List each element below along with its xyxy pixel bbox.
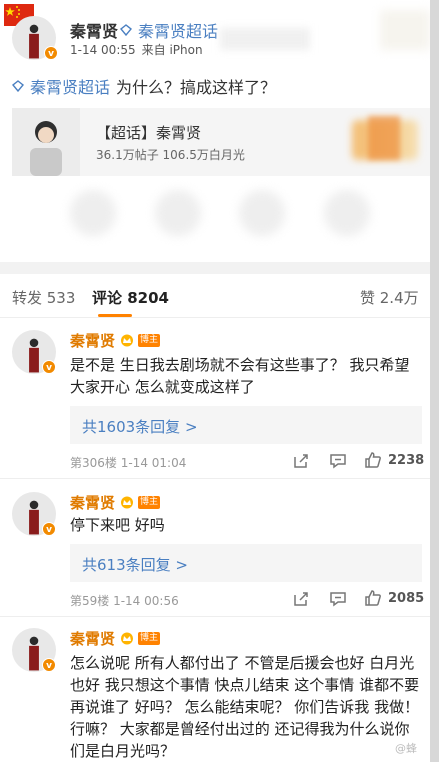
tab-repost[interactable]: 转发 533 bbox=[12, 287, 75, 308]
bozhu-badge: 博主 bbox=[138, 334, 161, 347]
blurred-image bbox=[154, 190, 201, 236]
reply-summary[interactable]: 共613条回复 > bbox=[70, 544, 422, 582]
post-tag-label: 秦霄贤超话 bbox=[30, 78, 111, 97]
card-stats: 36.1万帖子 106.5万白月光 bbox=[96, 148, 245, 162]
avatar-figure-icon bbox=[29, 338, 39, 373]
like-count: 2238 bbox=[388, 453, 425, 468]
like-icon[interactable] bbox=[364, 589, 382, 607]
post-text: 秦霄贤超话 为什么？搞成这样了？ bbox=[12, 74, 276, 98]
blurred-image bbox=[323, 190, 370, 236]
blurred-image-row bbox=[70, 190, 370, 236]
comment-author-name: 秦霄贤 bbox=[70, 630, 116, 648]
comment-author-name: 秦霄贤 bbox=[70, 494, 116, 512]
crown-icon bbox=[121, 496, 134, 509]
verified-v-icon: v bbox=[42, 658, 56, 672]
active-tab-indicator bbox=[98, 314, 132, 317]
card-title: 【超话】秦霄贤 bbox=[96, 124, 202, 142]
blurred-region bbox=[380, 10, 430, 50]
comment-author[interactable]: 秦霄贤 博主 bbox=[70, 628, 161, 649]
chaohua-label: 秦霄贤超话 bbox=[138, 22, 219, 41]
share-icon[interactable] bbox=[292, 452, 310, 470]
comment-author[interactable]: 秦霄贤 博主 bbox=[70, 330, 161, 351]
comment-meta: 第306楼 1-14 01:04 bbox=[70, 456, 187, 470]
tab-bar: 转发 533 评论 8204 赞 2.4万 bbox=[0, 274, 430, 318]
blurred-image bbox=[70, 190, 116, 236]
person-thumbnail-icon bbox=[12, 108, 80, 176]
comment-icon[interactable] bbox=[329, 590, 347, 608]
crown-icon bbox=[121, 632, 134, 645]
comment-meta: 第59楼 1-14 00:56 bbox=[70, 594, 179, 608]
comment-icon[interactable] bbox=[329, 452, 347, 470]
post-meta: 1-14 00:55 来自 iPhon bbox=[70, 41, 203, 58]
crown-icon bbox=[121, 334, 134, 347]
like-icon[interactable] bbox=[364, 451, 382, 469]
watermark: @蜂 bbox=[395, 742, 417, 755]
post-body: 为什么？搞成这样了？ bbox=[116, 78, 277, 97]
post-tag[interactable]: 秦霄贤超话 bbox=[12, 74, 110, 98]
verified-v-icon: v bbox=[44, 46, 58, 60]
section-divider bbox=[0, 262, 430, 274]
chaohua-diamond-icon bbox=[120, 24, 132, 36]
blurred-image bbox=[239, 190, 286, 236]
bozhu-badge: 博主 bbox=[138, 496, 161, 509]
avatar-figure-icon bbox=[29, 636, 39, 671]
scroll-edge bbox=[430, 0, 439, 762]
blurred-region bbox=[220, 28, 310, 50]
comment-divider bbox=[0, 616, 430, 617]
comment-author[interactable]: 秦霄贤 博主 bbox=[70, 492, 161, 513]
comment-divider bbox=[0, 478, 430, 479]
card-thumbnail bbox=[12, 108, 80, 176]
comment-text: 是不是 生日我去剧场就不会有这些事了？ 我只希望大家开心 怎么就变成这样了 bbox=[70, 356, 410, 396]
blurred-icon bbox=[368, 116, 400, 160]
avatar-figure-icon bbox=[29, 24, 39, 59]
comment-text: 怎么说呢 所有人都付出了 不管是后援会也好 白月光也好 我只想这个事情 快点儿结… bbox=[70, 654, 420, 760]
chaohua-link[interactable]: 秦霄贤超话 bbox=[120, 18, 218, 42]
avatar-figure-icon bbox=[29, 500, 39, 535]
reply-count-link: 共613条回复 > bbox=[82, 556, 188, 574]
verified-v-icon: v bbox=[42, 360, 56, 374]
reply-count-link: 共1603条回复 > bbox=[82, 418, 198, 436]
tab-like[interactable]: 赞 2.4万 bbox=[360, 287, 419, 308]
comment-author-name: 秦霄贤 bbox=[70, 332, 116, 350]
bozhu-badge: 博主 bbox=[138, 632, 161, 645]
like-count: 2085 bbox=[388, 591, 425, 606]
verified-v-icon: v bbox=[42, 522, 56, 536]
reply-summary[interactable]: 共1603条回复 > bbox=[70, 406, 422, 444]
chaohua-card[interactable]: 【超话】秦霄贤 36.1万帖子 106.5万白月光 bbox=[12, 108, 430, 176]
post-source: 来自 iPhon bbox=[141, 43, 203, 57]
chaohua-diamond-icon bbox=[12, 80, 24, 92]
post-author-name[interactable]: 秦霄贤 bbox=[70, 18, 118, 42]
tab-comment[interactable]: 评论 8204 bbox=[92, 287, 169, 308]
share-icon[interactable] bbox=[292, 590, 310, 608]
post-time: 1-14 00:55 bbox=[70, 43, 136, 57]
comment-text: 停下来吧 好吗 bbox=[70, 516, 165, 534]
